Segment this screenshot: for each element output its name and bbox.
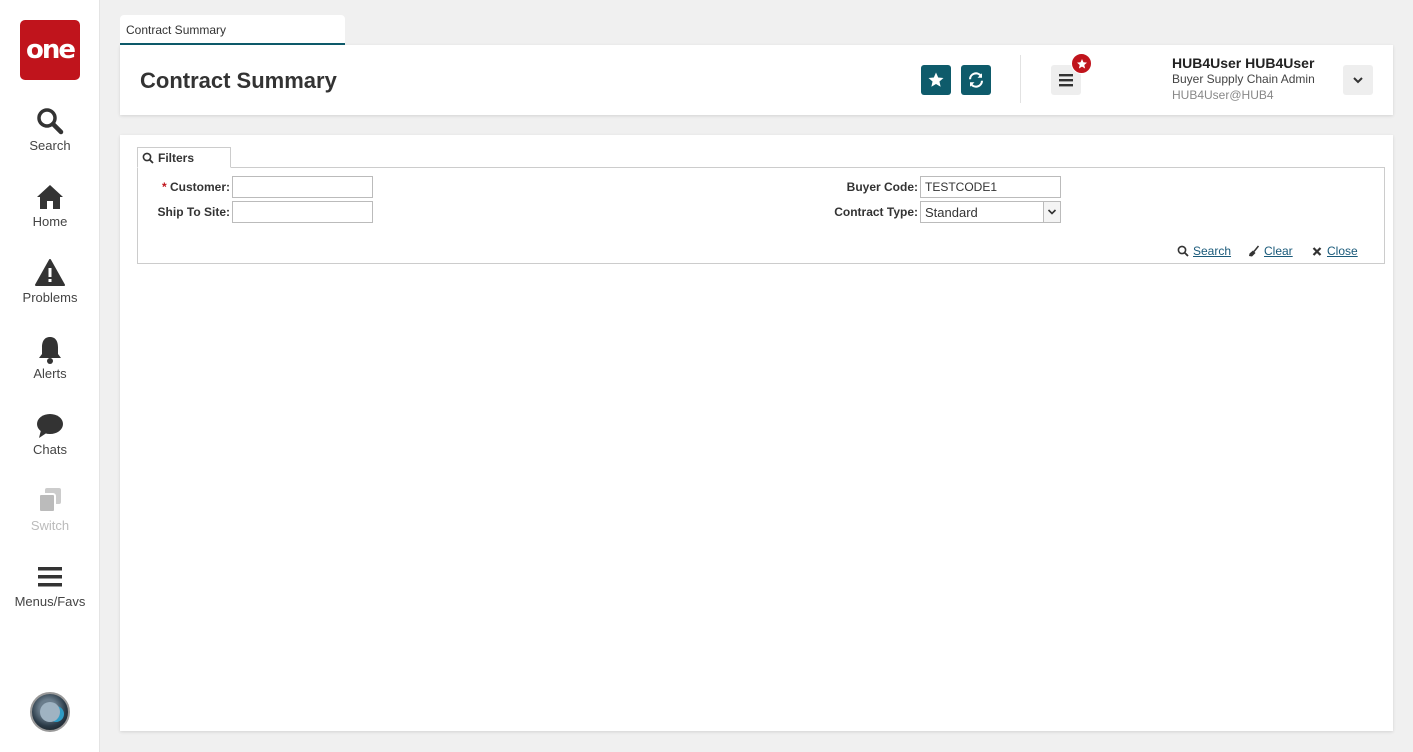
warning-icon	[35, 259, 65, 286]
contract-type-label: Contract Type:	[834, 205, 918, 219]
filters-tab[interactable]: Filters	[137, 147, 231, 168]
sidebar-item-label: Switch	[30, 518, 70, 533]
sidebar-item-label: Chats	[33, 442, 67, 457]
search-icon	[1177, 245, 1189, 257]
close-link[interactable]: Close	[1311, 244, 1358, 258]
left-sidebar: one Search Home Problems Alerts Chats Sw…	[0, 0, 100, 752]
list-icon	[1059, 74, 1073, 87]
header-divider	[1020, 55, 1021, 103]
close-icon	[1312, 247, 1322, 256]
select-arrow	[1043, 202, 1060, 222]
user-avatar[interactable]	[30, 692, 70, 732]
refresh-button[interactable]	[961, 65, 991, 95]
search-link[interactable]: Search	[1177, 244, 1231, 258]
ship-to-site-label: Ship To Site:	[157, 205, 230, 219]
contract-type-value: Standard	[925, 205, 978, 220]
required-mark: *	[161, 180, 167, 194]
broom-icon	[1249, 245, 1260, 257]
sidebar-item-label: Menus/Favs	[14, 594, 86, 609]
favorites-badge	[1071, 53, 1092, 74]
chat-icon	[37, 414, 63, 438]
user-email: HUB4User@HUB4	[1172, 88, 1274, 102]
hamburger-icon	[38, 567, 62, 587]
tab-contract-summary[interactable]: Contract Summary	[120, 15, 345, 45]
sidebar-item-chats[interactable]: Chats	[0, 410, 100, 457]
customer-label-text: Customer:	[169, 180, 230, 194]
sidebar-item-alerts[interactable]: Alerts	[0, 334, 100, 381]
favorite-button[interactable]	[921, 65, 951, 95]
search-link-label: Search	[1193, 244, 1232, 258]
sidebar-item-label: Alerts	[33, 366, 67, 381]
search-icon	[142, 152, 154, 164]
search-icon	[37, 108, 64, 135]
clear-link-label: Clear	[1264, 244, 1293, 258]
customer-label: * Customer:	[138, 180, 230, 194]
user-role: Buyer Supply Chain Admin	[1172, 72, 1315, 86]
avatar-face	[40, 702, 60, 722]
page-title: Contract Summary	[140, 68, 337, 93]
buyer-code-label: Buyer Code:	[846, 180, 918, 194]
switch-icon	[38, 488, 61, 513]
page-header: Contract Summary HUB4User HUB4User Buyer…	[120, 45, 1393, 115]
contract-type-select[interactable]: Standard	[920, 201, 1061, 223]
buyer-code-input[interactable]	[920, 176, 1061, 198]
sidebar-item-home[interactable]: Home	[0, 182, 100, 229]
filters-tab-label: Filters	[158, 150, 195, 165]
customer-input[interactable]	[232, 176, 373, 198]
clear-link[interactable]: Clear	[1248, 244, 1293, 258]
content-panel: Filters * Customer: Ship To Site: Buyer …	[120, 135, 1393, 731]
sidebar-item-search[interactable]: Search	[0, 106, 100, 153]
one-logo[interactable]: one	[20, 20, 80, 80]
sidebar-item-label: Search	[29, 138, 71, 153]
sidebar-item-menus-favs[interactable]: Menus/Favs	[0, 562, 100, 609]
ship-to-site-input[interactable]	[232, 201, 373, 223]
user-name: HUB4User HUB4User	[1172, 55, 1315, 71]
bell-icon	[39, 337, 61, 364]
sidebar-item-label: Problems	[22, 290, 78, 305]
star-icon	[1076, 58, 1087, 68]
user-menu-button[interactable]	[1343, 65, 1373, 95]
chevron-down-icon	[1047, 209, 1057, 215]
close-link-label: Close	[1327, 244, 1358, 258]
chevron-down-icon	[1353, 77, 1363, 84]
star-icon	[928, 72, 944, 87]
tab-label: Contract Summary	[126, 23, 227, 37]
filters-panel: * Customer: Ship To Site: Buyer Code: Co…	[137, 167, 1385, 264]
sidebar-item-switch[interactable]: Switch	[0, 486, 100, 533]
sidebar-item-problems[interactable]: Problems	[0, 258, 100, 305]
sidebar-item-label: Home	[32, 214, 68, 229]
refresh-icon	[968, 72, 984, 88]
home-icon	[37, 185, 63, 209]
